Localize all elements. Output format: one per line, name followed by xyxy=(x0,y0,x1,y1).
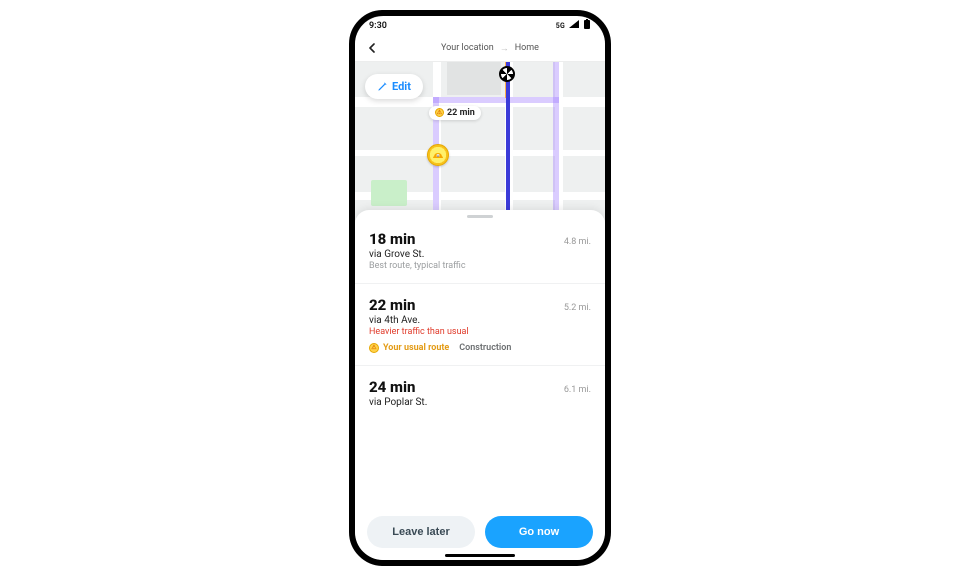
map-road xyxy=(355,150,605,156)
edit-button[interactable]: Edit xyxy=(365,74,423,99)
usual-route-tag: ⚠ Your usual route xyxy=(369,343,449,353)
route-breadcrumb: Your location → Home xyxy=(385,43,595,54)
route-primary-segment xyxy=(506,62,510,220)
routes-sheet: 18 min 4.8 mi. via Grove St. Best route,… xyxy=(355,210,605,560)
route-option[interactable]: 18 min 4.8 mi. via Grove St. Best route,… xyxy=(355,218,605,284)
route-list: 18 min 4.8 mi. via Grove St. Best route,… xyxy=(355,218,605,506)
hazard-mini-icon: ⚠ xyxy=(369,343,379,353)
back-button[interactable] xyxy=(365,41,379,55)
route-to-label: Home xyxy=(515,43,539,53)
go-now-button[interactable]: Go now xyxy=(485,516,593,548)
status-right: 5G xyxy=(556,19,591,32)
alt-route-time-label: 22 min xyxy=(447,108,475,118)
route-via: via Grove St. xyxy=(369,249,591,260)
construction-tag: Construction xyxy=(459,343,511,353)
phone-frame: 9:30 5G Your location → Home xyxy=(349,10,611,566)
route-option[interactable]: 24 min 6.1 mi. via Poplar St. xyxy=(355,366,605,420)
hardhat-icon xyxy=(432,149,444,161)
route-distance: 6.1 mi. xyxy=(564,385,591,395)
route-distance: 5.2 mi. xyxy=(564,303,591,313)
hazard-mini-icon: ⚠ xyxy=(435,108,444,117)
chevron-left-icon xyxy=(367,43,377,53)
status-bar: 9:30 5G xyxy=(355,16,605,36)
screen: 9:30 5G Your location → Home xyxy=(355,16,605,560)
sheet-footer: Leave later Go now xyxy=(355,506,605,560)
status-time: 9:30 xyxy=(369,21,387,31)
map-building xyxy=(447,62,501,95)
home-indicator[interactable] xyxy=(445,554,515,557)
usual-route-label: Your usual route xyxy=(383,343,449,353)
construction-marker-icon[interactable] xyxy=(427,144,449,166)
signal-icon xyxy=(569,20,579,31)
network-label: 5G xyxy=(556,22,565,30)
leave-later-button[interactable]: Leave later xyxy=(367,516,475,548)
route-traffic-warning: Heavier traffic than usual xyxy=(369,327,591,337)
route-from-label: Your location xyxy=(441,43,494,53)
route-time: 18 min xyxy=(369,230,415,248)
route-alt-segment xyxy=(553,62,559,220)
map[interactable]: ⚠ 22 min Edit xyxy=(355,62,605,220)
route-option[interactable]: 22 min 5.2 mi. via 4th Ave. Heavier traf… xyxy=(355,284,605,366)
route-time: 24 min xyxy=(369,378,415,396)
pencil-icon xyxy=(377,81,388,92)
arrow-right-icon: → xyxy=(500,43,509,54)
alt-route-time-chip[interactable]: ⚠ 22 min xyxy=(429,106,481,120)
edit-label: Edit xyxy=(392,80,411,93)
destination-marker-icon xyxy=(499,66,515,82)
route-time: 22 min xyxy=(369,296,415,314)
route-via: via Poplar St. xyxy=(369,397,591,408)
battery-icon xyxy=(583,19,591,32)
route-note: Best route, typical traffic xyxy=(369,261,591,271)
route-header: Your location → Home xyxy=(355,36,605,62)
map-park xyxy=(371,180,407,206)
route-distance: 4.8 mi. xyxy=(564,237,591,247)
route-alt-segment xyxy=(433,97,559,103)
route-via: via 4th Ave. xyxy=(369,315,591,326)
